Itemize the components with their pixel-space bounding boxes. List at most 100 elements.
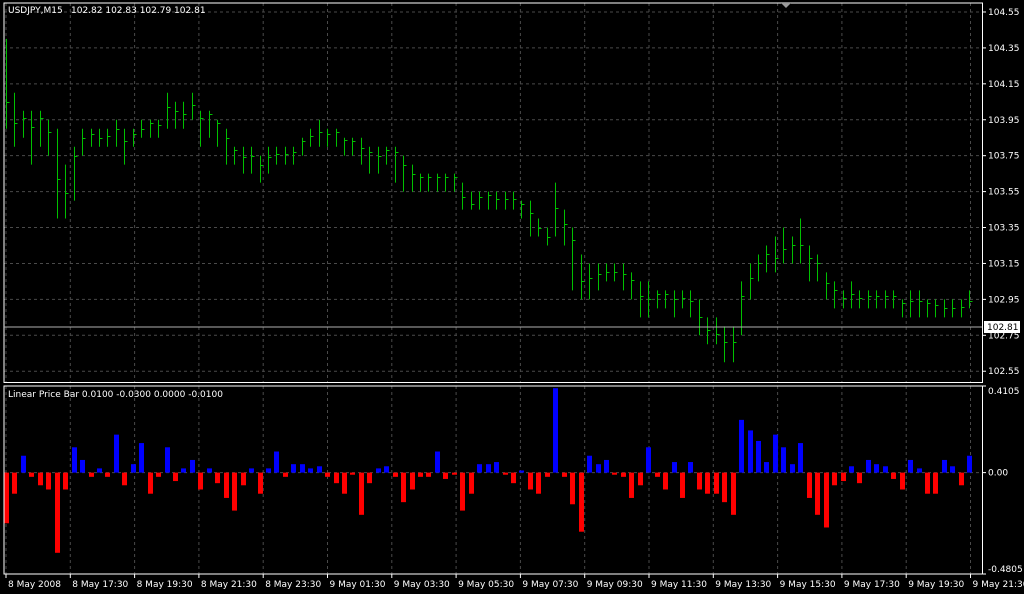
indicator-bar-negative[interactable] — [173, 472, 178, 482]
indicator-bar-negative[interactable] — [89, 472, 94, 477]
indicator-bar-positive[interactable] — [587, 455, 592, 473]
indicator-bar-negative[interactable] — [638, 472, 643, 486]
indicator-bar-positive[interactable] — [300, 464, 305, 473]
indicator-bar-positive[interactable] — [739, 419, 744, 473]
indicator-bar-positive[interactable] — [917, 468, 922, 473]
indicator-bar-negative[interactable] — [528, 472, 533, 490]
indicator-bar-positive[interactable] — [798, 443, 803, 473]
indicator-bar-negative[interactable] — [629, 472, 634, 498]
indicator-bar-negative[interactable] — [933, 472, 938, 494]
indicator-bar-negative[interactable] — [663, 472, 668, 490]
indicator-bar-negative[interactable] — [570, 472, 575, 505]
indicator-bar-negative[interactable] — [469, 472, 474, 494]
indicator-bar-positive[interactable] — [756, 440, 761, 473]
indicator-bar-negative[interactable] — [350, 472, 355, 475]
indicator-bar-negative[interactable] — [705, 472, 710, 494]
indicator-bar-positive[interactable] — [764, 462, 769, 473]
indicator-bar-negative[interactable] — [258, 472, 263, 494]
indicator-bar-negative[interactable] — [334, 472, 339, 484]
indicator-bar-positive[interactable] — [646, 447, 651, 473]
indicator-bar-negative[interactable] — [215, 472, 220, 484]
indicator-bar-negative[interactable] — [325, 472, 330, 477]
indicator-bar-positive[interactable] — [435, 451, 440, 473]
indicator-bar-negative[interactable] — [12, 472, 17, 494]
indicator-bar-negative[interactable] — [4, 472, 9, 524]
indicator-bar-positive[interactable] — [942, 459, 947, 473]
indicator-bar-negative[interactable] — [232, 472, 237, 511]
indicator-bar-negative[interactable] — [621, 472, 626, 477]
indicator-bar-positive[interactable] — [866, 459, 871, 473]
indicator-bar-negative[interactable] — [612, 472, 617, 475]
indicator-bar-negative[interactable] — [342, 472, 347, 494]
indicator-bar-positive[interactable] — [672, 462, 677, 473]
indicator-bar-negative[interactable] — [367, 472, 372, 484]
indicator-bar-negative[interactable] — [545, 472, 550, 477]
indicator-bar-negative[interactable] — [29, 472, 34, 477]
indicator-bar-negative[interactable] — [122, 472, 127, 486]
indicator-bar-negative[interactable] — [832, 472, 837, 486]
indicator-bar-positive[interactable] — [165, 447, 170, 473]
indicator-bar-negative[interactable] — [55, 472, 60, 553]
indicator-bar-negative[interactable] — [410, 472, 415, 490]
indicator-bar-negative[interactable] — [579, 472, 584, 532]
indicator-bar-negative[interactable] — [891, 472, 896, 479]
indicator-bar-positive[interactable] — [131, 464, 136, 473]
metatrader-chart-window[interactable]: USDJPY,M15 102.82 102.83 102.79 102.81 L… — [0, 0, 1024, 594]
indicator-bar-negative[interactable] — [841, 472, 846, 482]
indicator-bar-negative[interactable] — [224, 472, 229, 498]
indicator-bar-positive[interactable] — [688, 462, 693, 473]
indicator-bar-negative[interactable] — [714, 472, 719, 494]
indicator-bar-negative[interactable] — [241, 472, 246, 486]
indicator-bar-positive[interactable] — [773, 434, 778, 473]
indicator-bar-positive[interactable] — [308, 468, 313, 473]
indicator-bar-negative[interactable] — [503, 472, 508, 475]
indicator-bar-negative[interactable] — [900, 472, 905, 490]
indicator-bar-positive[interactable] — [908, 459, 913, 473]
indicator-bar-negative[interactable] — [697, 472, 702, 490]
indicator-bar-positive[interactable] — [249, 468, 254, 473]
indicator-bar-negative[interactable] — [63, 472, 68, 490]
indicator-bar-negative[interactable] — [443, 472, 448, 479]
indicator-bar-positive[interactable] — [114, 434, 119, 473]
indicator-bar-negative[interactable] — [156, 472, 161, 477]
indicator-bar-positive[interactable] — [494, 462, 499, 473]
indicator-bar-negative[interactable] — [722, 472, 727, 503]
indicator-bar-positive[interactable] — [874, 464, 879, 473]
indicator-bar-negative[interactable] — [655, 472, 660, 477]
indicator-bar-negative[interactable] — [824, 472, 829, 528]
indicator-bar-positive[interactable] — [21, 455, 26, 473]
indicator-bar-negative[interactable] — [925, 472, 930, 494]
indicator-bar-negative[interactable] — [401, 472, 406, 503]
indicator-bar-negative[interactable] — [460, 472, 465, 511]
indicator-bar-negative[interactable] — [46, 472, 51, 490]
indicator-bar-positive[interactable] — [384, 466, 389, 473]
indicator-bar-positive[interactable] — [72, 447, 77, 473]
indicator-bar-negative[interactable] — [198, 472, 203, 490]
indicator-bar-positive[interactable] — [950, 466, 955, 473]
indicator-bar-positive[interactable] — [883, 466, 888, 473]
indicator-bar-negative[interactable] — [536, 472, 541, 494]
indicator-bar-negative[interactable] — [393, 472, 398, 477]
indicator-bar-positive[interactable] — [604, 459, 609, 473]
indicator-bar-positive[interactable] — [967, 455, 972, 473]
indicator-bar-negative[interactable] — [418, 472, 423, 477]
indicator-bar-positive[interactable] — [317, 466, 322, 473]
indicator-bar-negative[interactable] — [807, 472, 812, 498]
indicator-bar-positive[interactable] — [790, 464, 795, 473]
indicator-bar-positive[interactable] — [376, 468, 381, 473]
indicator-bar-positive[interactable] — [477, 464, 482, 473]
indicator-bar-negative[interactable] — [148, 472, 153, 494]
indicator-bar-negative[interactable] — [452, 472, 457, 475]
indicator-bar-positive[interactable] — [207, 468, 212, 473]
indicator-bar-negative[interactable] — [105, 472, 110, 477]
indicator-bar-negative[interactable] — [38, 472, 43, 486]
indicator-bar-positive[interactable] — [486, 464, 491, 473]
indicator-bar-negative[interactable] — [511, 472, 516, 484]
indicator-bar-positive[interactable] — [519, 470, 524, 473]
indicator-bar-negative[interactable] — [680, 472, 685, 498]
indicator-bar-negative[interactable] — [731, 472, 736, 515]
indicator-bar-negative[interactable] — [857, 472, 862, 484]
indicator-bar-negative[interactable] — [283, 472, 288, 477]
indicator-bar-positive[interactable] — [553, 388, 558, 473]
indicator-bar-positive[interactable] — [266, 468, 271, 473]
